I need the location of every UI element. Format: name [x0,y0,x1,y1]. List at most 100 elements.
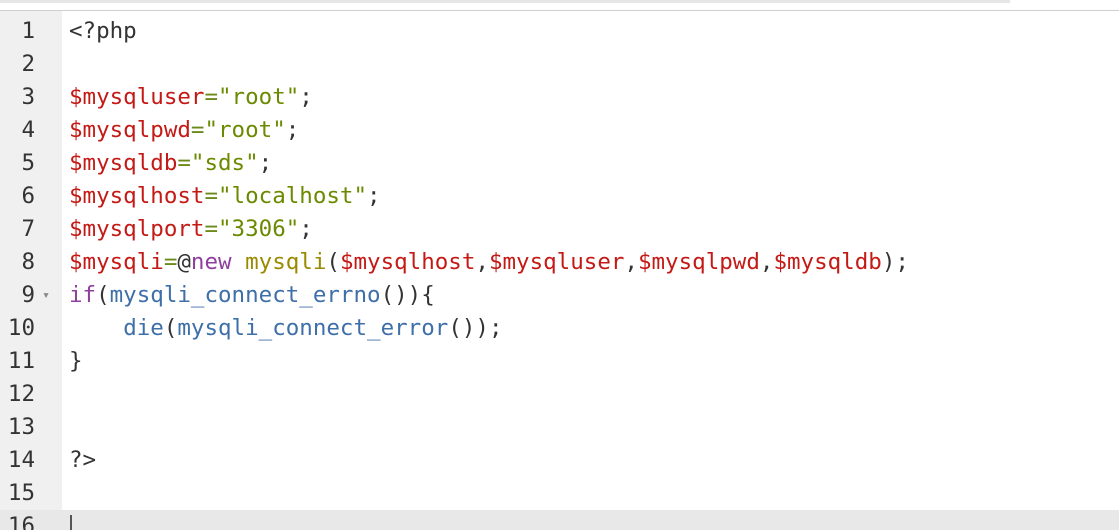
code-token: , [759,249,774,275]
line-number-gutter: 1 2 3 4 5 6 7 8 9 ▾ 10 11 12 13 14 15 16 [0,11,62,530]
code-line-text: $mysqlpwd="root"; [69,114,299,147]
code-line[interactable] [62,510,1119,530]
line-number: 16 [7,513,35,530]
gutter-row: 5 [0,147,62,180]
gutter-row: 12 [0,378,62,411]
code-line[interactable] [62,411,1119,444]
gutter-row: 7 [0,213,62,246]
code-token: "sds" [190,150,259,176]
gutter-row: 15 [0,477,62,510]
line-number: 5 [21,150,35,176]
code-token: if [69,282,97,308]
gutter-row: 2 [0,48,62,81]
editor-top-border [0,0,1119,11]
code-token: ( [163,315,178,341]
code-line-text: die(mysqli_connect_error()); [69,312,503,345]
code-line[interactable]: die(mysqli_connect_error()); [62,312,1119,345]
code-token: $mysqlhost [69,183,205,209]
code-token: $mysqldb [69,150,178,176]
code-line-text: $mysqlport="3306"; [69,213,313,246]
line-number: 10 [7,315,35,341]
code-area[interactable]: <?php $mysqluser="root"; $mysqlpwd="root";… [62,11,1119,530]
code-token: ?> [69,447,97,473]
line-number: 11 [7,348,35,374]
code-line[interactable]: $mysqlpwd="root"; [62,114,1119,147]
code-line[interactable]: $mysqlhost="localhost"; [62,180,1119,213]
gutter-row: 4 [0,114,62,147]
code-line[interactable]: $mysqluser="root"; [62,81,1119,114]
gutter-row: 10 [0,312,62,345]
text-cursor [70,515,72,530]
code-token: ; [299,216,313,242]
code-line-text: $mysqluser="root"; [69,81,313,114]
code-line[interactable]: if(mysqli_connect_errno()){ [62,279,1119,312]
code-line[interactable]: $mysqlport="3306"; [62,213,1119,246]
line-number: 8 [21,249,35,275]
code-token: ()){ [380,282,435,308]
line-number: 13 [7,414,35,440]
code-token: "localhost" [218,183,368,209]
code-line[interactable]: } [62,345,1119,378]
code-token: = [204,84,219,110]
code-token: = [204,183,219,209]
code-line[interactable] [62,477,1119,510]
code-token: , [475,249,489,275]
line-number: 7 [21,216,35,242]
code-token: $mysqlpwd [637,249,760,275]
line-number: 3 [21,84,35,110]
gutter-row: 8 [0,246,62,279]
code-token: @ [177,249,191,275]
code-token: ( [326,249,340,275]
code-token: mysqli_connect_errno [109,282,381,308]
code-line-text: $mysqlhost="localhost"; [69,180,381,213]
gutter-row: 16 [0,510,62,530]
code-token: ); [881,249,909,275]
gutter-row: 11 [0,345,62,378]
code-line[interactable]: ?> [62,444,1119,477]
code-token: ; [285,117,300,143]
gutter-row: 3 [0,81,62,114]
gutter-row: 14 [0,444,62,477]
code-token: ; [299,84,313,110]
code-token: mysqli [245,249,327,275]
line-number: 1 [21,18,35,44]
gutter-row: 1 [0,15,62,48]
code-token: $mysqlpwd [69,117,191,143]
code-token: = [204,216,219,242]
code-token: $mysqluser [488,249,625,275]
code-editor[interactable]: 1 2 3 4 5 6 7 8 9 ▾ 10 11 12 13 14 15 16 <?php $mysqluser… [0,0,1119,530]
gutter-row: 6 [0,180,62,213]
code-token: "root" [204,117,286,143]
code-token: $mysqluser [69,84,205,110]
gutter-row: 9 ▾ [0,279,62,312]
code-token: new [190,249,232,275]
code-line[interactable]: $mysqldb="sds"; [62,147,1119,180]
line-number: 14 [7,447,35,473]
line-number: 4 [21,117,35,143]
code-line-text: <?php [69,15,137,48]
line-number: 12 [7,381,35,407]
code-line[interactable] [62,48,1119,81]
code-token: $mysqldb [773,249,882,275]
line-number: 6 [21,183,35,209]
line-number: 15 [7,480,35,506]
code-token: = [177,150,191,176]
code-token: mysqli_connect_error [177,315,449,341]
code-token: ; [367,183,381,209]
code-line[interactable]: $mysqli=@new mysqli($mysqlhost,$mysqluse… [62,246,1119,279]
code-token: = [190,117,205,143]
fold-arrow-down-icon[interactable]: ▾ [40,279,52,312]
code-line-text: } [69,345,83,378]
code-token: ( [96,282,110,308]
code-line[interactable]: <?php [62,15,1119,48]
code-token: ; [258,150,273,176]
line-number: 2 [21,51,35,77]
code-token: "3306" [218,216,300,242]
horizontal-scrollbar[interactable] [0,0,1010,3]
code-line[interactable] [62,378,1119,411]
code-token: ()); [448,315,503,341]
code-token: $mysqlhost [339,249,476,275]
code-token: $mysqli [69,249,164,275]
code-line-text: if(mysqli_connect_errno()){ [69,279,435,312]
